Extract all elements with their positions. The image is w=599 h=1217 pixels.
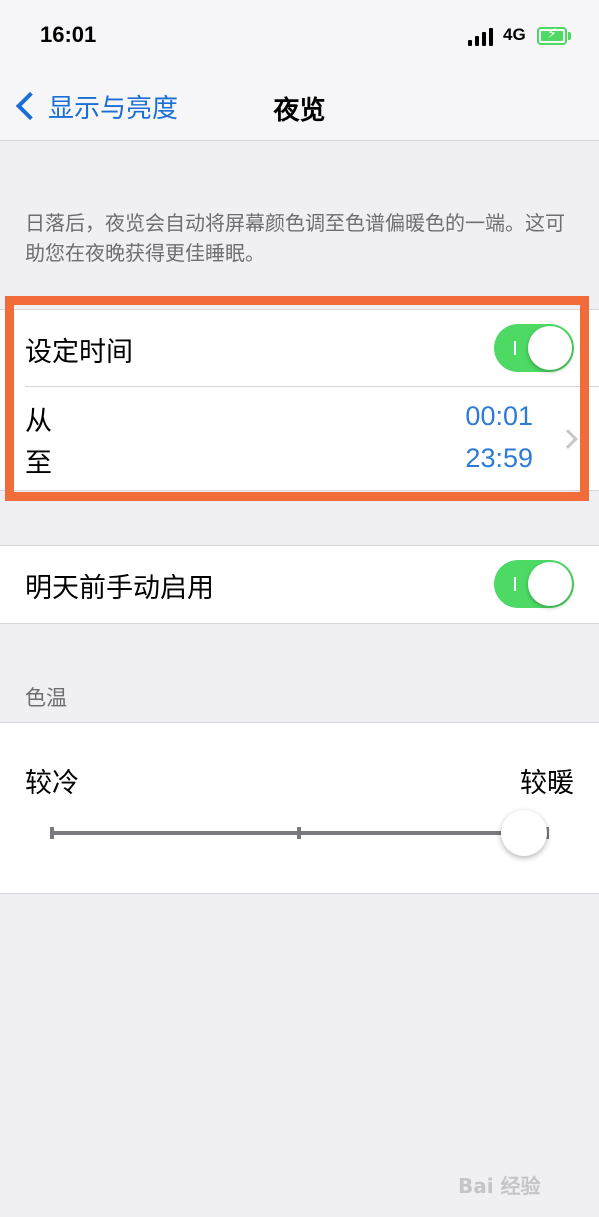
cooler-label: 较冷 — [25, 768, 79, 799]
warmer-label: 较暖 — [520, 768, 574, 799]
status-bar: 16:01 4G ⚡ — [0, 0, 599, 70]
highlight-annotation — [5, 296, 589, 501]
slider-tick-middle — [297, 827, 301, 839]
charging-battery-icon: ⚡ — [537, 26, 567, 45]
status-time: 16:01 — [40, 22, 97, 47]
page-title: 夜览 — [273, 96, 326, 126]
manual-enable-group: 明天前手动启用 — [0, 545, 599, 624]
color-temperature-slider-thumb[interactable] — [501, 810, 547, 856]
network-type: 4G — [503, 25, 526, 44]
cellular-signal-icon — [468, 28, 496, 46]
color-temperature-header: 色温 — [25, 686, 67, 710]
slider-tick-start — [50, 827, 54, 839]
watermark: Bai 经验 — [458, 1174, 541, 1198]
navigation-bar: 显示与亮度 夜览 — [0, 70, 599, 141]
toggle-knob — [528, 562, 572, 606]
manual-enable-toggle[interactable] — [494, 560, 574, 608]
battery-cap — [568, 32, 571, 40]
color-temperature-group: 较冷 较暖 — [0, 722, 599, 894]
manual-enable-label: 明天前手动启用 — [25, 573, 214, 604]
night-shift-description: 日落后，夜览会自动将屏幕颜色调至色谱偏暖色的一端。这可助您在夜晚获得更佳睡眠。 — [25, 211, 565, 265]
